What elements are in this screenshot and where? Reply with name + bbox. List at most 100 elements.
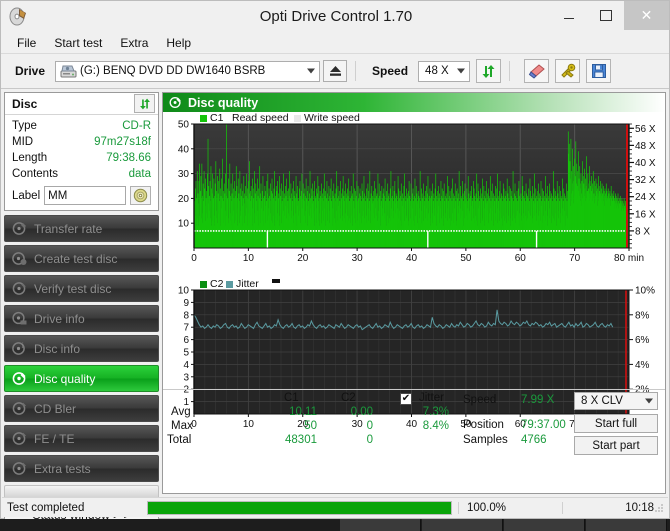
stat-total-c2: 0 [323, 434, 373, 446]
stat-label-speed: Speed [463, 394, 496, 406]
extra-tests-icon [12, 461, 27, 476]
fe-te-icon [12, 431, 27, 446]
sidebar-item-disc-quality[interactable]: Disc quality [4, 365, 159, 392]
drive-info-icon [12, 311, 27, 326]
svg-text:6%: 6% [635, 335, 650, 346]
disc-label-row: Label MM [12, 185, 151, 206]
tools-button[interactable] [555, 59, 580, 83]
stat-row-label-max: Max [171, 420, 193, 432]
progress-percent: 100.0% [458, 502, 562, 514]
svg-text:C2: C2 [210, 278, 224, 290]
menu-item-file[interactable]: File [9, 34, 44, 52]
disc-refresh-button[interactable] [134, 94, 155, 113]
svg-text:6: 6 [183, 335, 189, 346]
disc-info-panel: Disc Type CD-R MID 97m2 [4, 92, 159, 211]
disc-row-mid: MID 97m27s18f [12, 134, 151, 150]
svg-text:40: 40 [178, 144, 190, 155]
stat-max-jitter: 8.4% [403, 420, 449, 432]
svg-text:10: 10 [243, 253, 255, 264]
stat-label-position: Position [463, 419, 504, 431]
charts-area: 10203040508 X16 X24 X32 X40 X48 X56 X010… [163, 112, 665, 442]
status-bar: Test completed 100.0% 10:18 [2, 497, 668, 517]
resize-grip-icon[interactable] [653, 502, 665, 514]
minimize-button[interactable] [550, 1, 587, 30]
left-panel: Disc Type CD-R MID 97m2 [4, 92, 159, 494]
svg-text:24 X: 24 X [635, 192, 656, 203]
svg-text:7: 7 [183, 323, 189, 334]
taskbar-item[interactable] [504, 519, 585, 531]
svg-text:32 X: 32 X [635, 175, 656, 186]
stat-row-label-total: Total [167, 434, 191, 446]
menu-item-help[interactable]: Help [158, 34, 199, 52]
menu-item-extra[interactable]: Extra [112, 34, 156, 52]
sidebar-item-drive-info[interactable]: Drive info [4, 305, 159, 332]
stat-total-c1: 48301 [267, 434, 317, 446]
save-button[interactable] [586, 59, 611, 83]
disc-value-contents: data [129, 168, 151, 180]
svg-text:10: 10 [178, 219, 190, 230]
drive-icon [60, 64, 77, 79]
taskbar-item[interactable] [422, 519, 503, 531]
tools-icon [559, 63, 577, 80]
disc-row-contents: Contents data [12, 166, 151, 182]
sidebar-item-create-test-disc[interactable]: Create test disc [4, 245, 159, 272]
sidebar-item-transfer-rate[interactable]: Transfer rate [4, 215, 159, 242]
stat-max-c2: 0 [323, 420, 373, 432]
sidebar-label: Verify test disc [34, 282, 111, 296]
svg-text:Read speed: Read speed [232, 112, 289, 124]
svg-text:56 X: 56 X [635, 124, 656, 135]
start-full-button[interactable]: Start full [574, 414, 658, 433]
disc-label-input[interactable]: MM [44, 186, 126, 205]
chevron-down-icon [645, 399, 653, 404]
stat-header-c2: C2 [341, 392, 356, 404]
svg-text:Write speed: Write speed [304, 112, 360, 124]
stat-row-label-avg: Avg [171, 406, 191, 418]
taskbar-item[interactable] [340, 519, 421, 531]
close-button[interactable]: ✕ [624, 1, 669, 30]
speed-select[interactable]: 48 X [418, 61, 470, 82]
drive-label: Drive [15, 64, 45, 78]
progress-fill [148, 502, 451, 514]
refresh-icon [138, 97, 152, 111]
disc-label-button[interactable] [130, 186, 151, 205]
svg-text:48 X: 48 X [635, 141, 656, 152]
refresh-button[interactable] [476, 59, 501, 83]
check-icon: ✔ [402, 394, 410, 404]
sidebar-item-disc-info[interactable]: i Disc info [4, 335, 159, 362]
toolbar-divider-2 [509, 61, 510, 81]
disc-value-length: 79:38.66 [106, 152, 151, 164]
sidebar-item-verify-test-disc[interactable]: Verify test disc [4, 275, 159, 302]
sidebar-label: Transfer rate [34, 222, 102, 236]
sidebar-item-fe-te[interactable]: FE / TE [4, 425, 159, 452]
sidebar-label: CD Bler [34, 402, 76, 416]
svg-text:60: 60 [515, 253, 527, 264]
opti-drive-control-window: Opti Drive Control 1.70 ✕ File Start tes… [0, 0, 670, 519]
stat-label-samples: Samples [463, 434, 508, 446]
drive-value: (G:) BENQ DVD DD DW1640 BSRB [80, 65, 265, 77]
sidebar-label: Drive info [34, 312, 85, 326]
statistics-bar: C1 C2 ✔ Jitter Avg 10.11 0.00 7.3% Max 5… [163, 389, 665, 442]
jitter-checkbox[interactable]: ✔ [400, 393, 412, 405]
erase-button[interactable] [524, 59, 549, 83]
main-body: Disc Type CD-R MID 97m2 [1, 89, 669, 497]
sidebar-item-extra-tests[interactable]: Extra tests [4, 455, 159, 482]
stat-value-speed: 7.99 X [521, 394, 554, 406]
maximize-button[interactable] [587, 1, 624, 30]
write-speed-select[interactable]: 8 X CLV [574, 392, 658, 410]
start-part-button[interactable]: Start part [574, 436, 658, 455]
svg-text:80 min: 80 min [614, 253, 644, 264]
svg-text:70: 70 [569, 253, 581, 264]
save-icon [591, 63, 607, 79]
svg-text:50: 50 [460, 253, 472, 264]
os-taskbar [0, 519, 670, 531]
disc-row-length: Length 79:38.66 [12, 150, 151, 166]
disc-test-icon [12, 221, 27, 236]
taskbar-item[interactable] [586, 519, 667, 531]
sidebar-item-cd-bler[interactable]: CD Bler [4, 395, 159, 422]
drive-select[interactable]: (G:) BENQ DVD DD DW1640 BSRB [55, 61, 320, 82]
disc-properties: Type CD-R MID 97m27s18f Length 79:38.66 … [5, 115, 158, 210]
eject-button[interactable] [323, 60, 347, 82]
svg-text:10%: 10% [635, 286, 655, 297]
menu-item-start-test[interactable]: Start test [46, 34, 110, 52]
disc-row-type: Type CD-R [12, 118, 151, 134]
